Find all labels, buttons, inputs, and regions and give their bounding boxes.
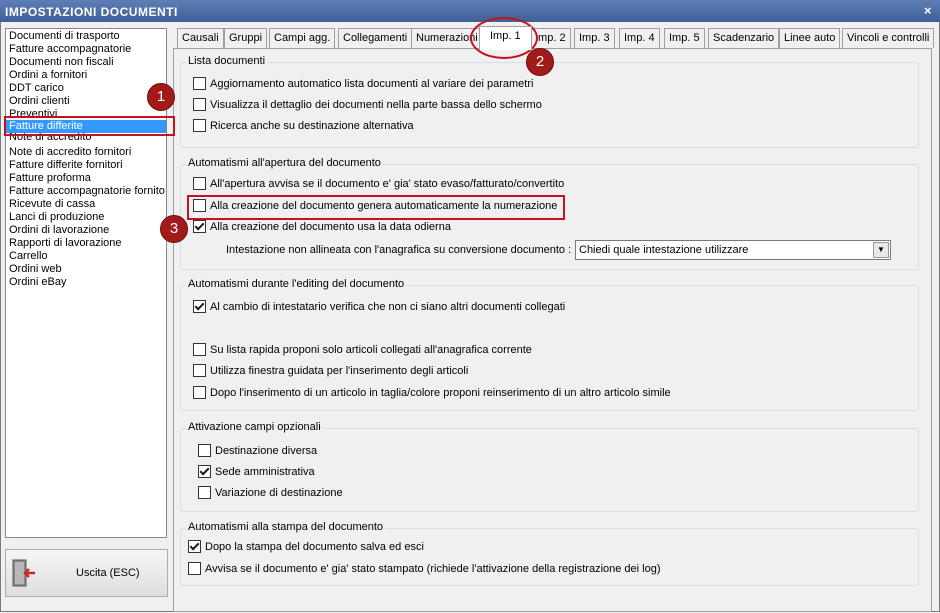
list-item[interactable]: Ordini di lavorazione [6, 224, 166, 237]
option-salva-ed-esci[interactable]: Dopo la stampa del documento salva ed es… [188, 539, 424, 555]
option-avvisa-stampato[interactable]: Avvisa se il documento e' gia' stato sta… [188, 561, 661, 577]
list-item[interactable]: Ordini clienti [6, 95, 166, 108]
tab-imp-5[interactable]: Imp. 5 [664, 28, 705, 48]
option-label: Destinazione diversa [215, 445, 318, 457]
marker-2: 2 [526, 48, 554, 76]
intestazione-label: Intestazione non allineata con l'anagraf… [226, 244, 572, 256]
option-ricerca-destinazione[interactable]: Ricerca anche su destinazione alternativ… [193, 118, 414, 134]
checkbox[interactable] [193, 118, 206, 132]
group-title: Automatismi all'apertura del documento [186, 157, 383, 169]
tab-strip: Causali Gruppi Campi agg. Collegamenti N… [173, 26, 935, 50]
list-item[interactable]: Ordini web [6, 263, 166, 276]
marker-1: 1 [147, 83, 175, 111]
window-titlebar: IMPOSTAZIONI DOCUMENTI × [0, 0, 940, 22]
tab-scadenzario[interactable]: Scadenzario [708, 28, 780, 48]
group-title: Automatismi durante l'editing del docume… [186, 278, 407, 290]
list-item[interactable]: Ordini eBay [6, 276, 166, 289]
list-item[interactable]: Fatture proforma [6, 172, 166, 185]
option-finestra-guidata[interactable]: Utilizza finestra guidata per l'inserime… [193, 363, 468, 379]
list-item[interactable]: Documenti di trasporto [6, 30, 166, 43]
option-label: Sede amministrativa [215, 466, 315, 478]
checkbox[interactable] [193, 97, 206, 111]
list-item[interactable]: Fatture accompagnatorie [6, 43, 166, 56]
checkbox[interactable] [198, 485, 211, 499]
checkbox[interactable] [193, 385, 206, 399]
tab-vincoli-controlli[interactable]: Vincoli e controlli [842, 28, 935, 48]
list-item[interactable]: Rapporti di lavorazione [6, 237, 166, 250]
list-item[interactable]: Ordini a fornitori [6, 69, 166, 82]
checkbox[interactable] [193, 76, 206, 90]
checkbox[interactable] [198, 443, 211, 457]
tab-imp-1[interactable]: Imp. 1 [479, 26, 532, 50]
tab-campi-agg[interactable]: Campi agg. [269, 28, 336, 48]
tab-linee-auto[interactable]: Linee auto [779, 28, 841, 48]
tab-collegamenti[interactable]: Collegamenti [338, 28, 413, 48]
group-title: Automatismi alla stampa del documento [186, 521, 386, 533]
tab-gruppi[interactable]: Gruppi [224, 28, 268, 48]
checkbox[interactable] [193, 363, 206, 377]
list-item[interactable]: Ricevute di cassa [6, 198, 166, 211]
checkbox-checked[interactable] [193, 219, 206, 233]
group-stampa-documento [180, 528, 919, 586]
list-item[interactable]: Note di accredito fornitori [6, 146, 166, 159]
checkbox[interactable] [188, 561, 201, 575]
option-data-odierna[interactable]: Alla creazione del documento usa la data… [193, 219, 451, 235]
checkbox-checked[interactable] [188, 539, 201, 553]
option-aggiornamento-automatico[interactable]: Aggiornamento automatico lista documenti… [193, 76, 533, 92]
option-label: Avvisa se il documento e' gia' stato sta… [205, 563, 661, 575]
group-title: Lista documenti [186, 55, 268, 67]
option-lista-rapida[interactable]: Su lista rapida proponi solo articoli co… [193, 342, 532, 358]
option-label: Variazione di destinazione [215, 487, 343, 499]
checkbox[interactable] [193, 342, 206, 356]
option-label: Utilizza finestra guidata per l'inserime… [210, 365, 469, 377]
option-label: Dopo la stampa del documento salva ed es… [205, 541, 424, 553]
option-avvisa-evaso[interactable]: All'apertura avvisa se il documento e' g… [193, 176, 564, 192]
highlight-box-selected-item [4, 116, 175, 136]
option-label: All'apertura avvisa se il documento e' g… [210, 178, 565, 190]
option-label: Al cambio di intestatario verifica che n… [210, 301, 566, 313]
group-title: Attivazione campi opzionali [186, 421, 323, 433]
option-reinserimento-articolo[interactable]: Dopo l'inserimento di un articolo in tag… [193, 385, 671, 401]
document-type-list[interactable]: Documenti di trasporto Fatture accompagn… [5, 28, 167, 538]
option-cambio-intestatario[interactable]: Al cambio di intestatario verifica che n… [193, 299, 565, 315]
intestazione-select-value: Chiedi quale intestazione utilizzare [579, 244, 749, 256]
option-label: Dopo l'inserimento di un articolo in tag… [210, 387, 671, 399]
exit-door-icon [12, 559, 35, 587]
list-item[interactable]: DDT carico [6, 82, 166, 95]
option-label: Ricerca anche su destinazione alternativ… [210, 120, 414, 132]
checkbox[interactable] [193, 176, 206, 190]
close-icon[interactable]: × [924, 3, 932, 18]
exit-button[interactable]: Uscita (ESC) [5, 549, 168, 597]
checkbox-checked[interactable] [198, 464, 211, 478]
tab-imp-4[interactable]: Imp. 4 [619, 28, 660, 48]
marker-3: 3 [160, 215, 188, 243]
intestazione-select[interactable]: Chiedi quale intestazione utilizzare ▼ [575, 240, 891, 260]
option-label: Visualizza il dettaglio dei documenti ne… [210, 99, 542, 111]
option-sede-amministrativa[interactable]: Sede amministrativa [198, 464, 315, 480]
list-item[interactable]: Fatture differite fornitori [6, 159, 166, 172]
option-label: Alla creazione del documento usa la data… [210, 221, 451, 233]
list-item[interactable]: Fatture accompagnatorie fornito [6, 185, 166, 198]
option-label: Aggiornamento automatico lista documenti… [210, 78, 534, 90]
list-item[interactable]: Documenti non fiscali [6, 56, 166, 69]
highlight-box-numerazione [187, 195, 565, 220]
option-visualizza-dettaglio[interactable]: Visualizza il dettaglio dei documenti ne… [193, 97, 542, 113]
tab-causali[interactable]: Causali [177, 28, 224, 48]
exit-button-label: Uscita (ESC) [76, 567, 140, 579]
option-variazione-destinazione[interactable]: Variazione di destinazione [198, 485, 343, 501]
window-title: IMPOSTAZIONI DOCUMENTI [5, 5, 178, 19]
list-item[interactable]: Lanci di produzione [6, 211, 166, 224]
option-destinazione-diversa[interactable]: Destinazione diversa [198, 443, 317, 459]
chevron-down-icon[interactable]: ▼ [873, 242, 889, 258]
checkbox-checked[interactable] [193, 299, 206, 313]
option-label: Su lista rapida proponi solo articoli co… [210, 344, 532, 356]
tab-imp-3[interactable]: Imp. 3 [574, 28, 615, 48]
list-item[interactable]: Carrello [6, 250, 166, 263]
